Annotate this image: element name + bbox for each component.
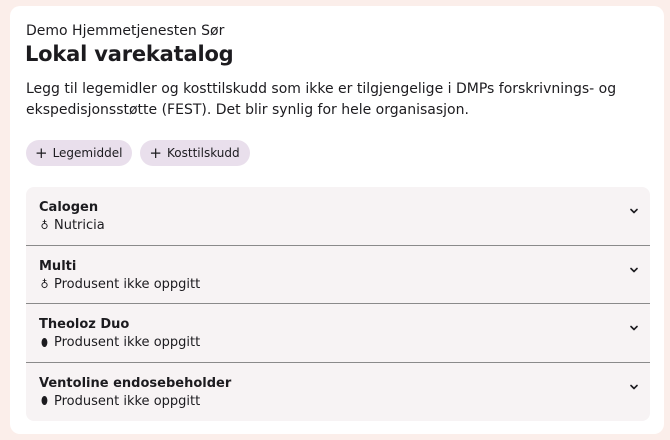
catalog-card: Demo Hjemmetjenesten Sør Lokal varekatal… bbox=[10, 6, 664, 434]
list-item[interactable]: Ventoline endosebeholder ⬮ Produsent ikk… bbox=[26, 363, 650, 422]
item-manufacturer-row: ♁ Nutricia bbox=[39, 218, 650, 233]
list-item[interactable]: Theoloz Duo ⬮ Produsent ikke oppgitt bbox=[26, 304, 650, 363]
list-item[interactable]: Multi ♁ Produsent ikke oppgitt bbox=[26, 246, 650, 304]
item-manufacturer: Nutricia bbox=[54, 218, 105, 233]
item-manufacturer: Produsent ikke oppgitt bbox=[54, 335, 201, 350]
pill-icon: ⬮ bbox=[41, 335, 48, 349]
item-manufacturer: Produsent ikke oppgitt bbox=[54, 276, 201, 292]
chevron-down-icon[interactable] bbox=[628, 205, 640, 217]
chevron-down-icon[interactable] bbox=[628, 264, 640, 276]
bottle-icon: ♁ bbox=[40, 219, 49, 232]
item-manufacturer-row: ♁ Produsent ikke oppgitt bbox=[39, 277, 650, 292]
item-name: Multi bbox=[39, 258, 77, 274]
list-item[interactable]: Calogen ♁ Nutricia bbox=[26, 187, 650, 246]
page-title: Lokal varekatalog bbox=[25, 42, 234, 66]
add-legemiddel-button[interactable]: + Legemiddel bbox=[26, 140, 133, 166]
bottle-icon: ♁ bbox=[40, 277, 49, 291]
plus-icon: + bbox=[35, 143, 48, 162]
page-description: Legg til legemidler og kosttilskudd som … bbox=[26, 81, 617, 118]
pill-icon: ⬮ bbox=[41, 394, 48, 407]
item-manufacturer-row: ⬮ Produsent ikke oppgitt bbox=[39, 394, 650, 409]
product-list: Calogen ♁ Nutricia Multi ♁ Produsent ikk… bbox=[26, 187, 650, 421]
action-bar: + Legemiddel + Kosttilskudd bbox=[26, 140, 250, 166]
chevron-down-icon[interactable] bbox=[628, 322, 640, 334]
item-manufacturer: Produsent ikke oppgitt bbox=[54, 393, 201, 409]
organization-name: Demo Hjemmetjenesten Sør bbox=[26, 23, 225, 39]
item-manufacturer-row: ⬮ Produsent ikke oppgitt bbox=[39, 335, 650, 350]
add-kosttilskudd-button[interactable]: + Kosttilskudd bbox=[140, 140, 250, 166]
add-legemiddel-label: Legemiddel bbox=[52, 146, 123, 160]
item-name: Theoloz Duo bbox=[39, 317, 130, 332]
item-name: Ventoline endosebeholder bbox=[39, 375, 232, 391]
add-kosttilskudd-label: Kosttilskudd bbox=[167, 146, 240, 160]
plus-icon: + bbox=[149, 143, 162, 162]
chevron-down-icon[interactable] bbox=[628, 381, 640, 393]
item-name: Calogen bbox=[39, 200, 99, 215]
